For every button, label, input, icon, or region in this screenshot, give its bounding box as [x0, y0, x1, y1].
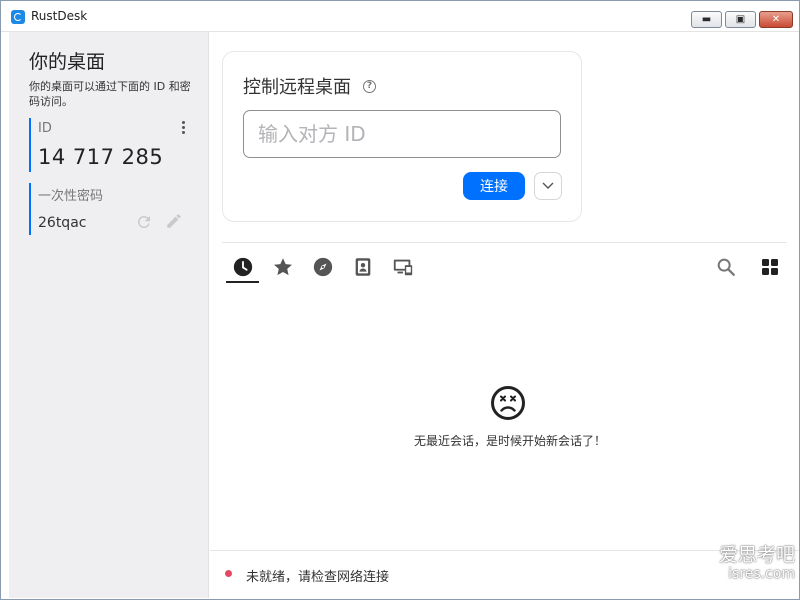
grid-view-button[interactable] — [756, 251, 784, 283]
password-accent-bar — [29, 183, 31, 235]
active-tab-indicator — [226, 281, 259, 283]
title-bar[interactable]: RustDesk ▬ ▣ ✕ — [1, 1, 799, 32]
connect-button[interactable]: 连接 — [463, 172, 525, 200]
sidebar-description: 你的桌面可以通过下面的 ID 和密码访问。 — [29, 80, 191, 108]
favorites-star-icon — [274, 258, 292, 276]
grid-view-icon — [762, 259, 778, 275]
watermark-line-1: 爱思考吧 — [718, 544, 795, 566]
help-icon[interactable]: ? — [363, 80, 376, 93]
discovered-compass-icon — [313, 257, 333, 277]
sad-face-icon — [490, 385, 526, 421]
status-indicator-dot — [225, 570, 232, 577]
maximize-button[interactable]: ▣ — [725, 11, 756, 28]
empty-state-message: 无最近会话，是时候开始新会话了！ — [413, 434, 606, 448]
id-accent-bar — [29, 118, 31, 172]
connect-card: 控制远程桌面 ? 连接 — [222, 51, 582, 222]
id-value[interactable]: 14 717 285 — [38, 145, 163, 169]
close-button[interactable]: ✕ — [759, 11, 793, 28]
tab-discovered[interactable] — [306, 251, 338, 283]
rustdesk-logo-icon — [11, 10, 25, 24]
edit-icon[interactable] — [165, 212, 183, 230]
search-icon — [717, 258, 735, 276]
connect-options-button[interactable] — [534, 172, 562, 200]
watermark: 爱思考吧 isres.com — [705, 544, 795, 582]
connect-title: 控制远程桌面 — [243, 77, 351, 98]
status-text[interactable]: 未就绪，请检查网络连接 — [246, 566, 389, 585]
peer-tab-bar — [222, 251, 787, 285]
remote-id-input[interactable] — [243, 110, 561, 158]
id-label: ID — [38, 121, 52, 136]
window-title: RustDesk — [31, 9, 88, 23]
recent-clock-icon — [233, 257, 253, 277]
tab-devices[interactable] — [386, 251, 418, 283]
address-book-icon — [355, 258, 371, 276]
password-value[interactable]: 26tqac — [38, 215, 86, 231]
main-panel: 控制远程桌面 ? 连接 — [210, 32, 799, 598]
refresh-icon[interactable] — [135, 213, 153, 231]
section-divider — [222, 242, 787, 243]
watermark-line-2: isres.com — [728, 566, 795, 582]
search-button[interactable] — [712, 251, 740, 283]
more-vert-icon[interactable] — [178, 120, 188, 136]
password-label: 一次性密码 — [38, 189, 104, 204]
minimize-button[interactable]: ▬ — [691, 11, 722, 28]
devices-icon — [393, 259, 413, 276]
chevron-down-icon — [542, 182, 554, 189]
rustdesk-window: RustDesk ▬ ▣ ✕ 你的桌面 你的桌面可以通过下面的 ID 和密码访问… — [0, 0, 800, 600]
sidebar-title: 你的桌面 — [29, 51, 106, 73]
sidebar: 你的桌面 你的桌面可以通过下面的 ID 和密码访问。 ID 14 717 285… — [9, 32, 209, 598]
tab-recent[interactable] — [226, 251, 259, 283]
tab-address-book[interactable] — [346, 251, 378, 283]
tab-favorites[interactable] — [266, 251, 298, 283]
